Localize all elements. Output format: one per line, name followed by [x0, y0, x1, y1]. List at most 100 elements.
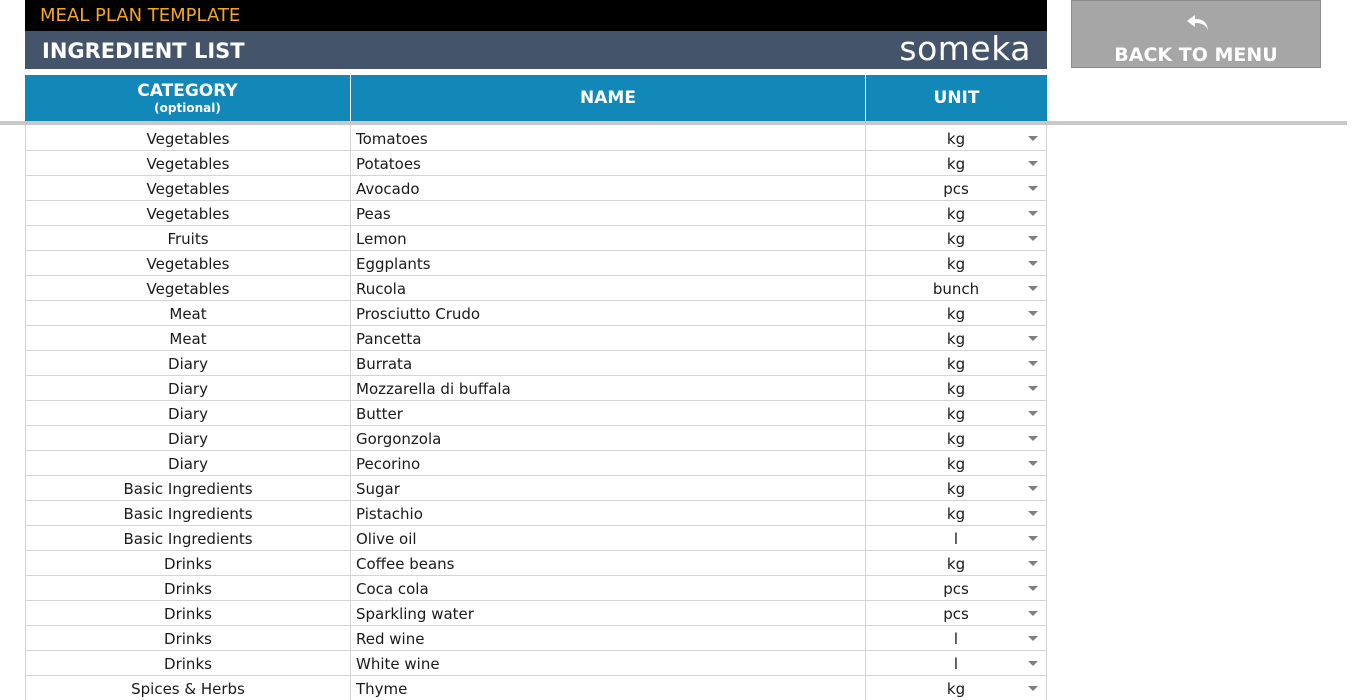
- unit-cell[interactable]: kg: [866, 151, 1047, 175]
- column-header-name[interactable]: NAME: [351, 75, 866, 121]
- dropdown-arrow-icon[interactable]: [1028, 661, 1038, 666]
- name-cell[interactable]: Red wine: [351, 626, 866, 650]
- dropdown-arrow-icon[interactable]: [1028, 461, 1038, 466]
- dropdown-arrow-icon[interactable]: [1028, 386, 1038, 391]
- unit-cell[interactable]: kg: [866, 401, 1047, 425]
- category-cell[interactable]: Vegetables: [25, 125, 351, 150]
- name-cell[interactable]: Prosciutto Crudo: [351, 301, 866, 325]
- name-cell[interactable]: Potatoes: [351, 151, 866, 175]
- category-cell[interactable]: Fruits: [25, 226, 351, 250]
- unit-cell[interactable]: kg: [866, 251, 1047, 275]
- dropdown-arrow-icon[interactable]: [1028, 211, 1038, 216]
- category-cell[interactable]: Vegetables: [25, 176, 351, 200]
- dropdown-arrow-icon[interactable]: [1028, 161, 1038, 166]
- unit-cell[interactable]: l: [866, 526, 1047, 550]
- dropdown-arrow-icon[interactable]: [1028, 586, 1038, 591]
- category-cell[interactable]: Vegetables: [25, 201, 351, 225]
- unit-cell[interactable]: bunch: [866, 276, 1047, 300]
- category-cell[interactable]: Diary: [25, 376, 351, 400]
- category-cell[interactable]: Meat: [25, 326, 351, 350]
- unit-cell[interactable]: l: [866, 651, 1047, 675]
- unit-cell[interactable]: kg: [866, 301, 1047, 325]
- dropdown-arrow-icon[interactable]: [1028, 636, 1038, 641]
- category-cell[interactable]: Diary: [25, 426, 351, 450]
- name-cell[interactable]: Butter: [351, 401, 866, 425]
- name-cell[interactable]: Pancetta: [351, 326, 866, 350]
- name-cell[interactable]: Mozzarella di buffala: [351, 376, 866, 400]
- dropdown-arrow-icon[interactable]: [1028, 286, 1038, 291]
- unit-cell[interactable]: kg: [866, 476, 1047, 500]
- dropdown-arrow-icon[interactable]: [1028, 511, 1038, 516]
- dropdown-arrow-icon[interactable]: [1028, 186, 1038, 191]
- dropdown-arrow-icon[interactable]: [1028, 536, 1038, 541]
- dropdown-arrow-icon[interactable]: [1028, 686, 1038, 691]
- name-cell[interactable]: Peas: [351, 201, 866, 225]
- unit-cell[interactable]: pcs: [866, 576, 1047, 600]
- name-cell[interactable]: Pistachio: [351, 501, 866, 525]
- name-cell[interactable]: Thyme: [351, 676, 866, 700]
- category-cell[interactable]: Drinks: [25, 626, 351, 650]
- table-row: Diary Pecorino kg: [25, 451, 1047, 476]
- category-cell[interactable]: Drinks: [25, 576, 351, 600]
- unit-cell[interactable]: kg: [866, 201, 1047, 225]
- unit-cell[interactable]: kg: [866, 451, 1047, 475]
- name-cell[interactable]: Eggplants: [351, 251, 866, 275]
- category-cell[interactable]: Vegetables: [25, 251, 351, 275]
- unit-value: pcs: [943, 180, 969, 198]
- category-cell[interactable]: Basic Ingredients: [25, 501, 351, 525]
- dropdown-arrow-icon[interactable]: [1028, 611, 1038, 616]
- name-cell[interactable]: Coca cola: [351, 576, 866, 600]
- dropdown-arrow-icon[interactable]: [1028, 236, 1038, 241]
- unit-cell[interactable]: l: [866, 626, 1047, 650]
- table-row: Drinks White wine l: [25, 651, 1047, 676]
- dropdown-arrow-icon[interactable]: [1028, 561, 1038, 566]
- back-to-menu-button[interactable]: BACK TO MENU: [1071, 0, 1321, 68]
- category-cell[interactable]: Spices & Herbs: [25, 676, 351, 700]
- unit-cell[interactable]: pcs: [866, 176, 1047, 200]
- name-cell[interactable]: White wine: [351, 651, 866, 675]
- name-cell[interactable]: Coffee beans: [351, 551, 866, 575]
- name-cell[interactable]: Gorgonzola: [351, 426, 866, 450]
- column-header-category[interactable]: CATEGORY (optional): [25, 75, 351, 121]
- dropdown-arrow-icon[interactable]: [1028, 411, 1038, 416]
- name-cell[interactable]: Sparkling water: [351, 601, 866, 625]
- dropdown-arrow-icon[interactable]: [1028, 311, 1038, 316]
- unit-cell[interactable]: kg: [866, 676, 1047, 700]
- category-cell[interactable]: Drinks: [25, 651, 351, 675]
- unit-cell[interactable]: kg: [866, 326, 1047, 350]
- unit-cell[interactable]: kg: [866, 426, 1047, 450]
- name-cell[interactable]: Olive oil: [351, 526, 866, 550]
- unit-cell[interactable]: kg: [866, 226, 1047, 250]
- unit-cell[interactable]: kg: [866, 351, 1047, 375]
- category-cell[interactable]: Vegetables: [25, 276, 351, 300]
- category-cell[interactable]: Drinks: [25, 551, 351, 575]
- category-cell[interactable]: Basic Ingredients: [25, 476, 351, 500]
- category-cell[interactable]: Diary: [25, 401, 351, 425]
- dropdown-arrow-icon[interactable]: [1028, 436, 1038, 441]
- category-cell[interactable]: Basic Ingredients: [25, 526, 351, 550]
- name-cell[interactable]: Sugar: [351, 476, 866, 500]
- name-cell[interactable]: Tomatoes: [351, 125, 866, 150]
- category-cell[interactable]: Vegetables: [25, 151, 351, 175]
- name-cell[interactable]: Pecorino: [351, 451, 866, 475]
- dropdown-arrow-icon[interactable]: [1028, 261, 1038, 266]
- category-cell[interactable]: Meat: [25, 301, 351, 325]
- unit-cell[interactable]: kg: [866, 125, 1047, 150]
- name-cell[interactable]: Lemon: [351, 226, 866, 250]
- dropdown-arrow-icon[interactable]: [1028, 336, 1038, 341]
- category-cell[interactable]: Diary: [25, 451, 351, 475]
- name-cell[interactable]: Avocado: [351, 176, 866, 200]
- dropdown-arrow-icon[interactable]: [1028, 136, 1038, 141]
- name-cell[interactable]: Burrata: [351, 351, 866, 375]
- dropdown-arrow-icon[interactable]: [1028, 361, 1038, 366]
- category-cell[interactable]: Drinks: [25, 601, 351, 625]
- category-cell[interactable]: Diary: [25, 351, 351, 375]
- table-row: Basic Ingredients Pistachio kg: [25, 501, 1047, 526]
- dropdown-arrow-icon[interactable]: [1028, 486, 1038, 491]
- unit-cell[interactable]: kg: [866, 376, 1047, 400]
- unit-cell[interactable]: pcs: [866, 601, 1047, 625]
- unit-cell[interactable]: kg: [866, 501, 1047, 525]
- column-header-unit[interactable]: UNIT: [866, 75, 1047, 121]
- unit-cell[interactable]: kg: [866, 551, 1047, 575]
- name-cell[interactable]: Rucola: [351, 276, 866, 300]
